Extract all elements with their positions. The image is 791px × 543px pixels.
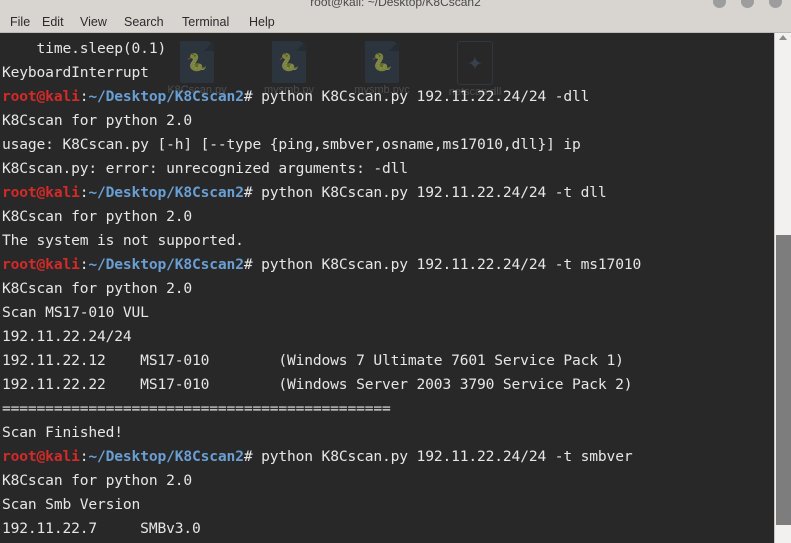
terminal-scrollbar[interactable] <box>774 33 791 543</box>
terminal-output-line: Scan MS17-010 VUL <box>2 304 149 321</box>
command-text: python K8Cscan.py 192.11.22.24/24 -t dll <box>252 184 607 201</box>
prompt-user-host: root@kali <box>2 448 80 465</box>
prompt-path: ~/Desktop/K8Cscan2 <box>88 88 244 105</box>
scrollbar-thumb[interactable] <box>776 235 791 525</box>
menu-item-search[interactable]: Search <box>124 15 164 29</box>
menu-item-terminal[interactable]: Terminal <box>182 15 229 29</box>
terminal-output-line: usage: K8Cscan.py [-h] [--type {ping,smb… <box>2 136 581 153</box>
prompt-path: ~/Desktop/K8Cscan2 <box>88 448 244 465</box>
terminal-output-line: time.sleep(0.1) <box>2 40 167 57</box>
terminal-output-line: Scan Smb Version <box>2 496 141 513</box>
terminal-output-line: 192.11.22.22 MS17-010 (Windows Server 20… <box>2 376 633 393</box>
terminal-body[interactable]: 🐍 K8Cscan.py 🐍 mysmb.py 🐍 mysmb.pyc ✦ ne… <box>0 33 791 543</box>
prompt-user-host: root@kali <box>2 88 80 105</box>
window-title: root@kali: ~/Desktop/K8Cscan2 <box>310 0 481 9</box>
terminal-prompt-line: root@kali:~/Desktop/K8Cscan2# python K8C… <box>2 253 770 277</box>
terminal-output-line: K8Cscan for python 2.0 <box>2 112 192 129</box>
terminal-output-line: 192.11.22.7 SMBv3.0 <box>2 520 201 537</box>
command-text: python K8Cscan.py 192.11.22.24/24 -dll <box>252 88 590 105</box>
title-bar[interactable]: root@kali: ~/Desktop/K8Cscan2 <box>0 0 791 12</box>
prompt-user-host: root@kali <box>2 184 80 201</box>
terminal-output-line: The system is not supported. <box>2 232 244 249</box>
terminal-output-line: KeyboardInterrupt <box>2 64 149 81</box>
prompt-path: ~/Desktop/K8Cscan2 <box>88 184 244 201</box>
terminal-prompt-line: root@kali:~/Desktop/K8Cscan2# python K8C… <box>2 445 770 469</box>
terminal-output-line: Scan Finished! <box>2 424 123 441</box>
scroll-up-arrow-icon[interactable] <box>779 35 787 40</box>
terminal-window: root@kali: ~/Desktop/K8Cscan2 File Edit … <box>0 0 791 543</box>
terminal-output-line: K8Cscan for python 2.0 <box>2 280 192 297</box>
command-text: python K8Cscan.py 192.11.22.24/24 -t ms1… <box>252 256 642 273</box>
terminal-output-line: 192.11.22.24/24 <box>2 328 132 345</box>
terminal-output-line: K8Cscan.py: error: unrecognized argument… <box>2 160 408 177</box>
menu-item-view[interactable]: View <box>80 15 107 29</box>
menu-item-edit[interactable]: Edit <box>42 15 64 29</box>
terminal-output[interactable]: time.sleep(0.1) KeyboardInterrupt root@kal… <box>0 33 770 543</box>
terminal-output-line: ========================================… <box>2 400 391 417</box>
prompt-path: ~/Desktop/K8Cscan2 <box>88 256 244 273</box>
menu-item-file[interactable]: File <box>10 15 30 29</box>
terminal-prompt-line: root@kali:~/Desktop/K8Cscan2# python K8C… <box>2 85 770 109</box>
terminal-output-line: 192.11.22.12 MS17-010 (Windows 7 Ultimat… <box>2 352 624 369</box>
prompt-user-host: root@kali <box>2 256 80 273</box>
menu-bar: File Edit View Search Terminal Help <box>0 12 791 33</box>
terminal-output-line: K8Cscan for python 2.0 <box>2 208 192 225</box>
command-text: python K8Cscan.py 192.11.22.24/24 -t smb… <box>252 448 633 465</box>
menu-item-help[interactable]: Help <box>249 15 275 29</box>
terminal-prompt-line: root@kali:~/Desktop/K8Cscan2# python K8C… <box>2 181 770 205</box>
terminal-output-line: K8Cscan for python 2.0 <box>2 472 192 489</box>
